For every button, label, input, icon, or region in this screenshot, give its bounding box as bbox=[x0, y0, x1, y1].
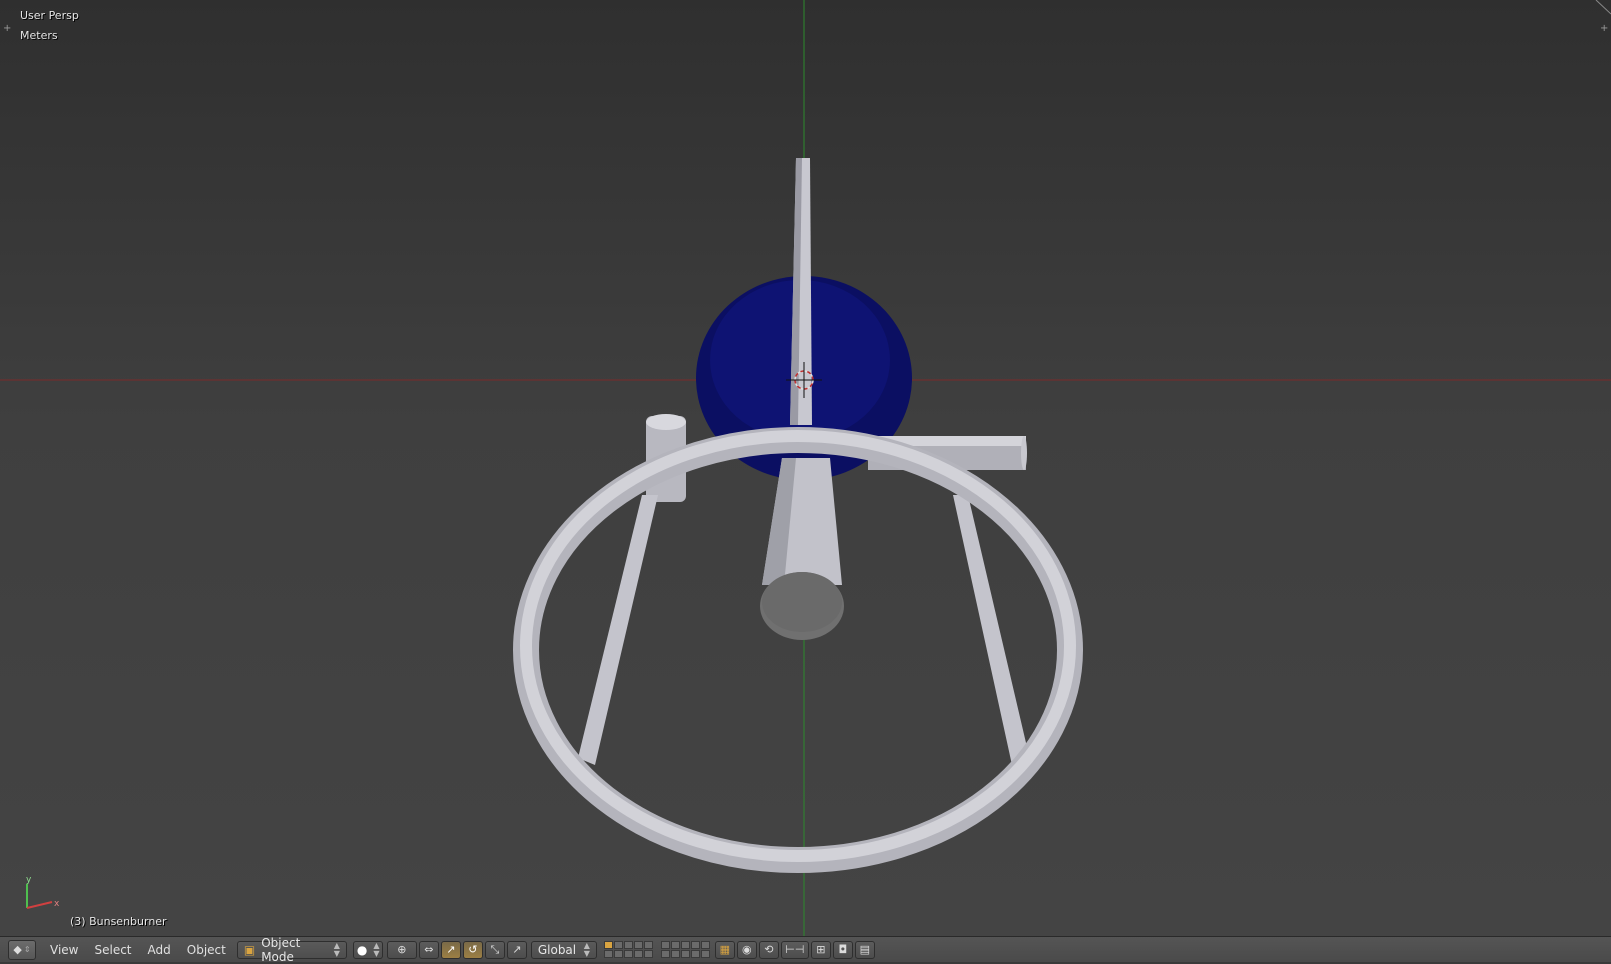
translate-icon: ↗ bbox=[446, 943, 456, 956]
layer-button[interactable] bbox=[690, 950, 700, 958]
proportional-edit-icon: ◉ bbox=[742, 943, 752, 956]
snap-target-button[interactable]: ⊞ bbox=[810, 940, 831, 959]
menu-object[interactable]: Object bbox=[179, 940, 234, 960]
mode-dropdown[interactable]: ▣ Object Mode ▲ ▼ bbox=[236, 936, 347, 964]
axis-gizmo: y x bbox=[26, 875, 60, 909]
menu-add[interactable]: Add bbox=[140, 940, 179, 960]
layer-button[interactable] bbox=[633, 941, 643, 949]
layer-button[interactable] bbox=[603, 941, 613, 949]
proportional-edit-button[interactable]: ◉ bbox=[736, 940, 757, 959]
layer-button[interactable] bbox=[680, 941, 690, 949]
left-leg bbox=[578, 495, 658, 765]
chevron-updown-icon: ▲ ▼ bbox=[583, 940, 590, 958]
chevron-updown-icon: ⇕ bbox=[23, 945, 31, 954]
scale-manipulator-button[interactable]: ⤡ bbox=[484, 940, 505, 959]
region-toggle-right-icon[interactable]: + bbox=[1600, 23, 1608, 34]
layer-buttons-group-1[interactable] bbox=[603, 941, 653, 958]
camera-icon: ◘ bbox=[838, 943, 848, 956]
arrow-manipulator-button[interactable]: ↗ bbox=[506, 940, 527, 959]
translate-manipulator-button[interactable]: ↗ bbox=[440, 940, 461, 959]
layer-button[interactable] bbox=[633, 950, 643, 958]
layer-button[interactable] bbox=[660, 941, 670, 949]
snap-target-icon: ⊞ bbox=[816, 943, 826, 956]
clapperboard-icon: ▤ bbox=[859, 943, 871, 956]
layer-button[interactable] bbox=[670, 941, 680, 949]
solid-shading-icon: ● bbox=[356, 942, 368, 957]
object-mode-icon: ▣ bbox=[243, 942, 256, 957]
layer-button[interactable] bbox=[643, 941, 653, 949]
snap-increment-icon: ⊢⊣ bbox=[785, 943, 805, 956]
manipulator-toggle-button[interactable]: ⇔ bbox=[418, 940, 439, 959]
pivot-point-button[interactable]: ⊕ bbox=[386, 940, 417, 959]
orientation-dropdown[interactable]: Global ▲ ▼ bbox=[530, 940, 597, 959]
gizmo-y-label: y bbox=[26, 875, 32, 885]
layer-button[interactable] bbox=[613, 941, 623, 949]
layer-button[interactable] bbox=[670, 950, 680, 958]
layer-button[interactable] bbox=[700, 950, 710, 958]
scale-icon: ⤡ bbox=[490, 942, 500, 956]
pivot-point-icon: ⊕ bbox=[397, 943, 407, 956]
menu-view[interactable]: View bbox=[42, 940, 86, 960]
layer-button[interactable] bbox=[700, 941, 710, 949]
burner-tube bbox=[760, 458, 844, 640]
chevron-updown-icon: ▲ ▼ bbox=[333, 940, 340, 958]
layer-button[interactable] bbox=[623, 950, 633, 958]
layer-buttons-group-2[interactable] bbox=[660, 941, 710, 958]
arrow-icon: ↗ bbox=[512, 943, 522, 956]
region-toggle-left-icon[interactable]: + bbox=[3, 23, 11, 34]
layer-button[interactable] bbox=[643, 950, 653, 958]
magnet-icon: ⟲ bbox=[764, 943, 774, 956]
menu-select[interactable]: Select bbox=[86, 940, 139, 960]
layer-button[interactable] bbox=[680, 950, 690, 958]
lock-icon: ▦ bbox=[719, 943, 731, 956]
layer-button[interactable] bbox=[613, 950, 623, 958]
snap-toggle-button[interactable]: ⟲ bbox=[758, 940, 779, 959]
editor-type-button[interactable]: ◆ ⇕ bbox=[8, 939, 36, 960]
layer-button[interactable] bbox=[690, 941, 700, 949]
render-opengl-button[interactable]: ◘ bbox=[832, 940, 853, 959]
layer-button[interactable] bbox=[623, 941, 633, 949]
manipulator-icon: ⇔ bbox=[424, 943, 434, 956]
chevron-updown-icon: ▲ ▼ bbox=[373, 940, 380, 958]
scene-render: y x + + bbox=[0, 0, 1611, 936]
shading-dropdown[interactable]: ● ▲ ▼ bbox=[352, 940, 383, 959]
lock-layers-button[interactable]: ▦ bbox=[714, 940, 735, 959]
3d-viewport[interactable]: User Persp Meters (3) Bunsenburner y x +… bbox=[0, 0, 1611, 936]
gizmo-x-label: x bbox=[54, 899, 60, 909]
render-animation-button[interactable]: ▤ bbox=[854, 940, 875, 959]
rotate-manipulator-button[interactable]: ↺ bbox=[462, 940, 483, 959]
3d-view-icon: ◆ bbox=[13, 943, 22, 956]
rotate-icon: ↺ bbox=[468, 943, 478, 956]
mode-label: Object Mode bbox=[261, 935, 301, 964]
layer-button[interactable] bbox=[660, 950, 670, 958]
orientation-label: Global bbox=[537, 942, 577, 957]
snap-element-dropdown[interactable]: ⊢⊣ bbox=[780, 940, 809, 959]
viewport-header: ◆ ⇕ View Select Add Object ▣ Object Mode… bbox=[0, 936, 1611, 964]
area-split-corner-icon[interactable] bbox=[1595, 0, 1611, 15]
layer-button[interactable] bbox=[603, 950, 613, 958]
